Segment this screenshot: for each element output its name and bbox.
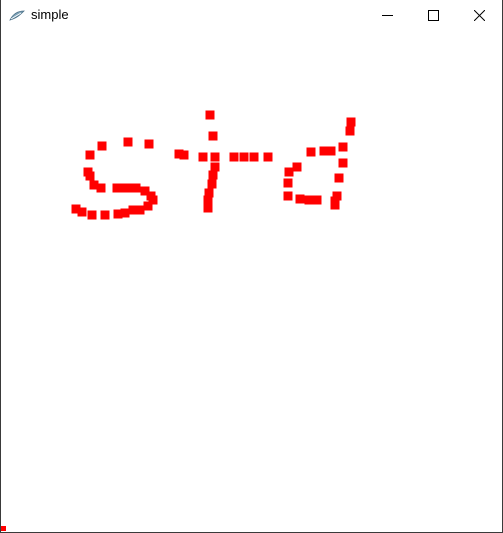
drawn-point: [71, 204, 81, 214]
drawn-point: [295, 194, 305, 204]
close-icon: [473, 10, 485, 21]
drawn-point: [326, 146, 336, 156]
drawn-point: [283, 178, 293, 188]
drawn-point: [304, 195, 314, 205]
title-bar[interactable]: simple: [1, 0, 502, 31]
drawn-point: [283, 191, 293, 201]
drawn-point: [284, 167, 294, 177]
points-layer: [71, 110, 356, 220]
drawn-point: [85, 171, 95, 181]
drawn-point: [338, 158, 348, 168]
maximize-button[interactable]: [410, 0, 456, 31]
drawn-point: [346, 117, 356, 127]
drawn-point: [113, 209, 123, 219]
minimize-button[interactable]: [364, 0, 410, 31]
drawn-point: [179, 150, 189, 160]
drawn-point: [338, 142, 348, 152]
drawn-point: [100, 210, 110, 220]
drawn-point: [239, 152, 249, 162]
drawn-point: [144, 139, 154, 149]
feather-icon: [9, 9, 25, 21]
app-window: simple: [0, 0, 503, 533]
maximize-icon: [427, 10, 439, 21]
drawn-point: [207, 179, 217, 189]
drawn-point: [97, 141, 107, 151]
corner-marker: [1, 526, 6, 531]
drawn-point: [263, 152, 273, 162]
drawn-point: [312, 195, 322, 205]
drawn-point: [292, 162, 302, 172]
drawn-point: [198, 152, 208, 162]
drawn-point: [306, 147, 316, 157]
drawn-point: [128, 205, 138, 215]
drawn-point: [123, 137, 133, 147]
drawn-point: [334, 173, 344, 183]
drawn-point: [203, 203, 213, 213]
drawn-point: [203, 195, 213, 205]
drawn-point: [208, 170, 218, 180]
drawn-point: [345, 126, 355, 136]
drawn-point: [210, 162, 220, 172]
drawn-point: [330, 196, 340, 206]
drawn-point: [85, 150, 95, 160]
drawn-point: [96, 183, 106, 193]
drawn-point: [249, 152, 259, 162]
close-button[interactable]: [456, 0, 502, 31]
drawn-point: [229, 152, 239, 162]
drawn-point: [87, 210, 97, 220]
drawn-point: [143, 201, 153, 211]
drawn-point: [205, 110, 215, 120]
drawing-canvas[interactable]: [1, 31, 502, 532]
minimize-icon: [381, 10, 393, 21]
drawn-point: [131, 183, 141, 193]
window-title: simple: [31, 7, 69, 22]
drawn-point: [208, 131, 218, 141]
drawn-point: [210, 152, 220, 162]
